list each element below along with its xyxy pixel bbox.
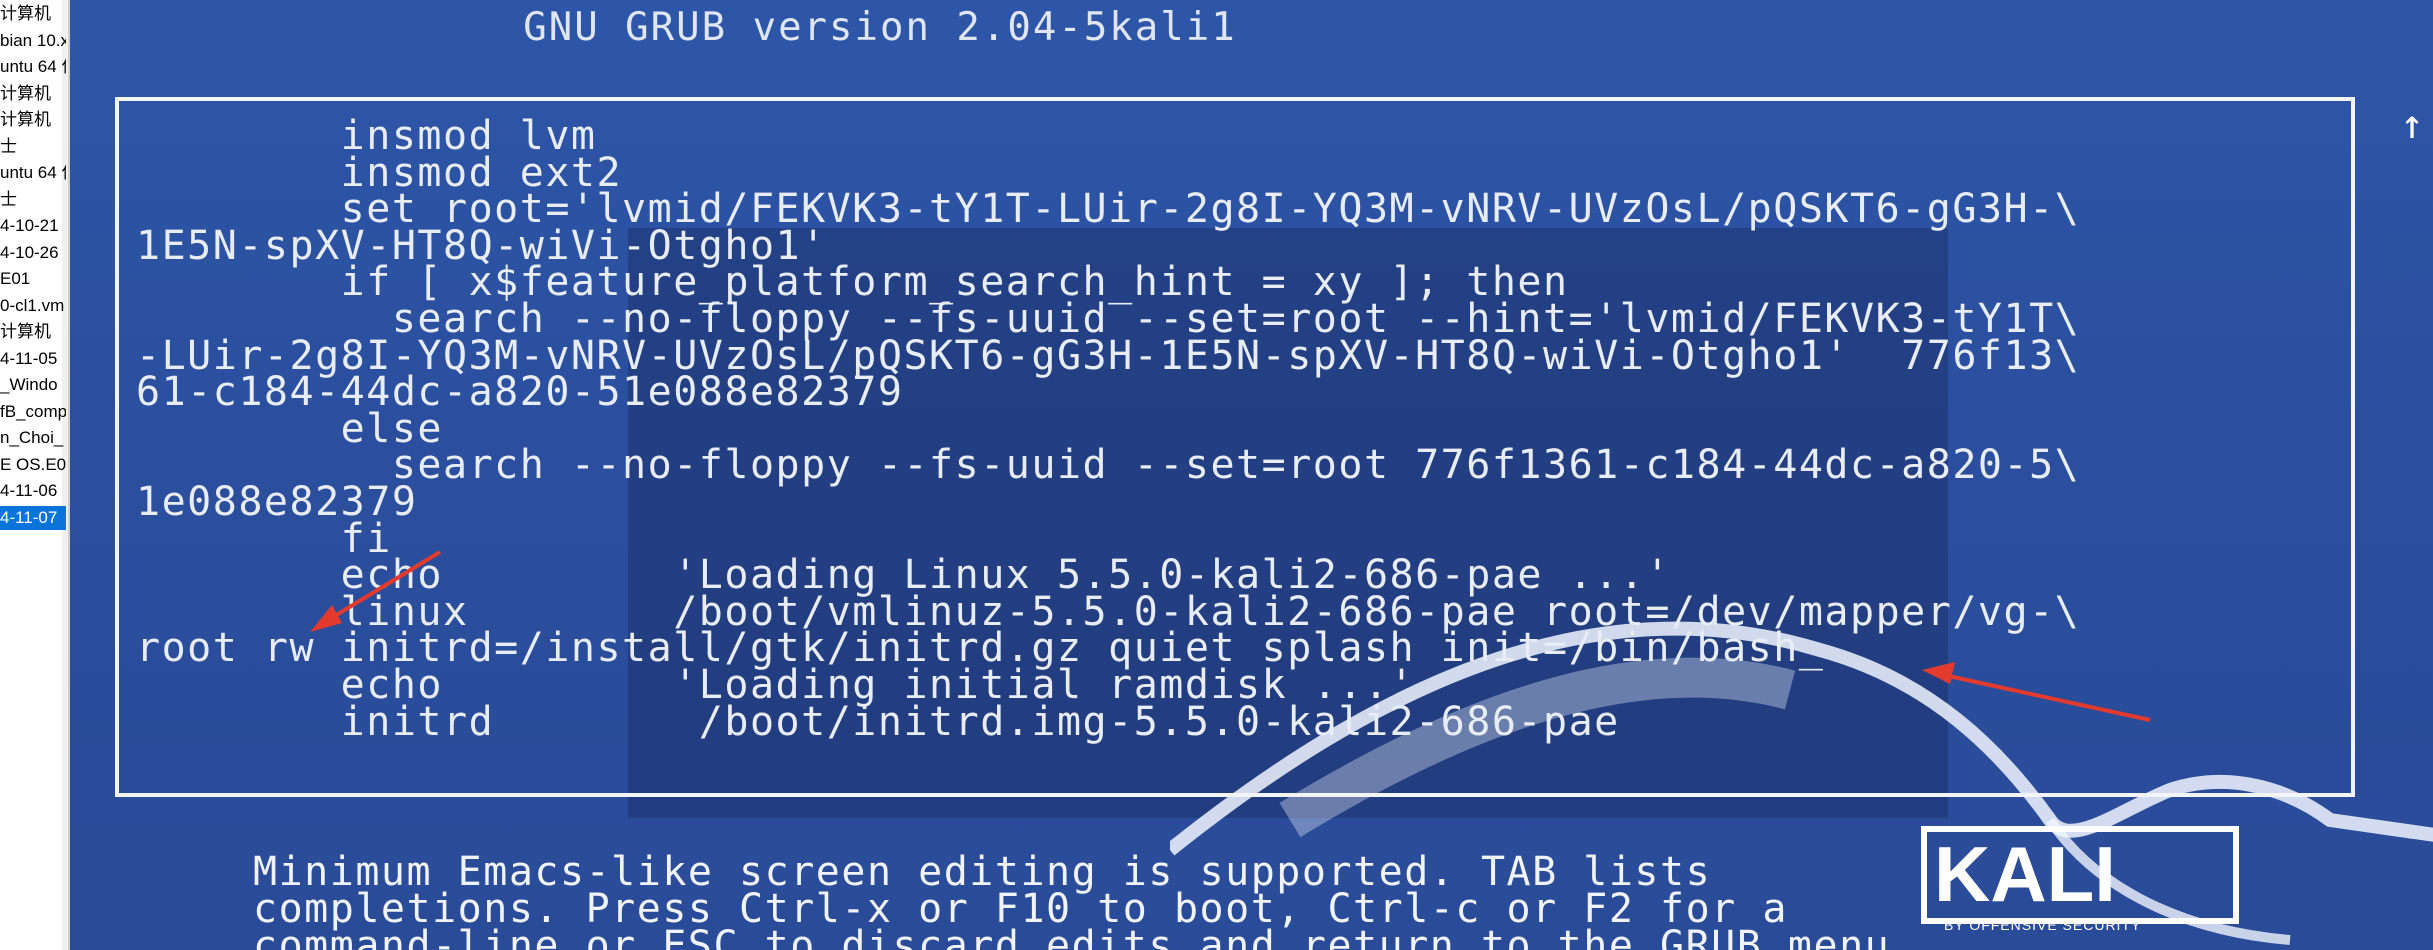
file-list-item[interactable]: 士 <box>0 135 66 159</box>
file-list-item[interactable]: 计算机 <box>0 320 66 344</box>
file-list-item[interactable]: _Windo <box>0 373 66 397</box>
file-list-item[interactable]: 4-10-26 <box>0 241 66 265</box>
file-list-item[interactable]: 士 <box>0 188 66 212</box>
file-list-item[interactable]: 计算机 <box>0 108 66 132</box>
file-list-item[interactable]: bian 10.x <box>0 29 66 53</box>
file-list-item[interactable]: fB_comp <box>0 400 66 424</box>
file-list-item[interactable]: untu 64 位 <box>0 55 66 79</box>
file-list-item[interactable]: 计算机 <box>0 82 66 106</box>
annotation-arrowhead-right <box>1922 662 1955 684</box>
file-list-item[interactable]: E01 <box>0 267 66 291</box>
file-list-item[interactable]: 0-cl1.vm <box>0 294 66 318</box>
file-list-item[interactable]: 4-10-21 <box>0 214 66 238</box>
file-list-item[interactable]: 4-11-06 <box>0 479 66 503</box>
file-list-item[interactable]: n_Choi_ <box>0 426 66 450</box>
annotation-arrows <box>310 550 2151 722</box>
file-list-item[interactable]: E OS.E01 <box>0 453 66 477</box>
grub-screen: GNU GRUB version 2.04-5kali1 ↑ insmod lv… <box>70 0 2433 950</box>
file-explorer-sidebar: 计算机bian 10.xuntu 64 位计算机计算机士untu 64 位士4-… <box>0 0 70 950</box>
file-list-item[interactable]: 4-11-07 <box>0 505 66 530</box>
annotation-arrowhead-left <box>310 605 342 632</box>
file-list-item[interactable]: untu 64 位 <box>0 161 66 185</box>
file-list-item[interactable]: 4-11-05 <box>0 347 66 371</box>
file-list-item[interactable]: 计算机 <box>0 2 66 26</box>
annotation-arrow-right <box>1929 670 2151 722</box>
